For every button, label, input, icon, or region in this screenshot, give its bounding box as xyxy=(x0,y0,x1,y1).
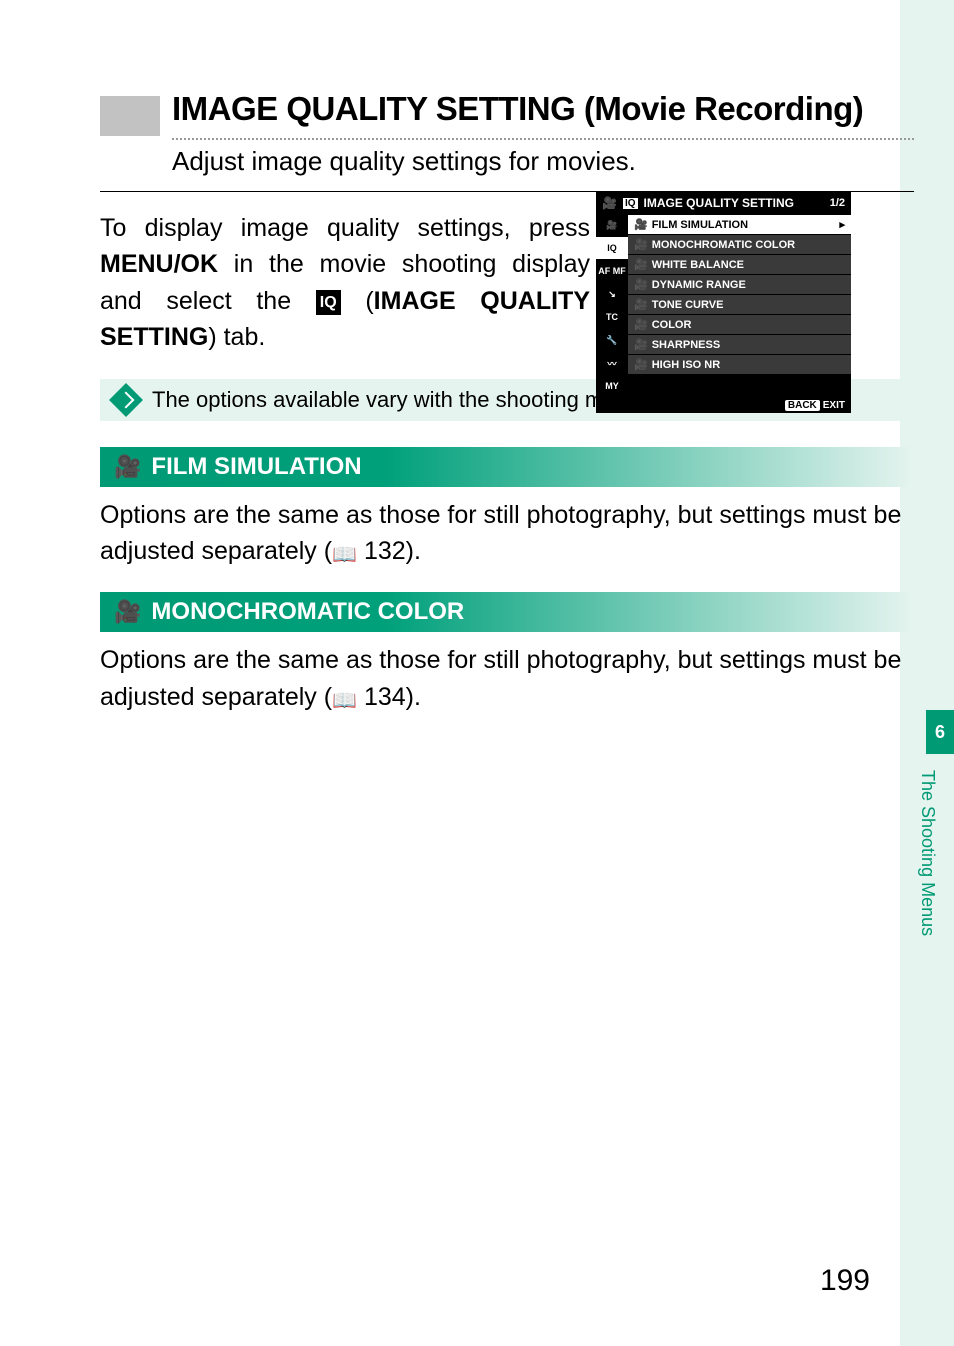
back-badge: BACK xyxy=(785,400,820,411)
page-ref: 132 xyxy=(364,537,406,565)
movie-icon: 🎥 xyxy=(114,454,141,480)
menu-header-title: IMAGE QUALITY SETTING xyxy=(644,196,794,210)
page-ref-icon: 📖 xyxy=(332,544,357,566)
menu-tab: 〰 xyxy=(596,352,628,375)
menu-item: 🎥SHARPNESS xyxy=(628,334,851,354)
page-ref-icon: 📖 xyxy=(332,690,357,712)
menu-item: 🎥DYNAMIC RANGE xyxy=(628,274,851,294)
menu-footer: BACKEXIT xyxy=(596,398,851,413)
movie-icon: 🎥 xyxy=(114,599,141,625)
intro-text: To display image quality settings, press xyxy=(100,214,590,242)
menu-tab: 🎥 xyxy=(596,214,628,237)
heading-underline xyxy=(172,138,914,140)
intro-paragraph: To display image quality settings, press… xyxy=(100,210,590,355)
menu-item-list: 🎥FILM SIMULATION▸ 🎥MONOCHROMATIC COLOR 🎥… xyxy=(628,214,851,398)
menu-tab: 🔧 xyxy=(596,329,628,352)
exit-label: EXIT xyxy=(823,400,845,411)
movie-icon: 🎥 xyxy=(602,196,617,210)
menu-tab-selected: IQ xyxy=(596,237,628,260)
page-subtitle: Adjust image quality settings for movies… xyxy=(172,146,914,177)
heading-color-block xyxy=(100,96,160,136)
section-bar-monochromatic-color: 🎥 MONOCHROMATIC COLOR xyxy=(100,592,914,632)
intro-text: ) tab. xyxy=(208,323,265,351)
intro-text: ( xyxy=(341,287,374,315)
menu-tab: ↘ xyxy=(596,283,628,306)
menu-pager: 1/2 xyxy=(830,197,845,209)
section-title: FILM SIMULATION xyxy=(151,453,361,481)
menu-tab: MY xyxy=(596,375,628,398)
menu-tab: TC xyxy=(596,306,628,329)
menu-item: 🎥WHITE BALANCE xyxy=(628,254,851,274)
menu-item-selected: 🎥FILM SIMULATION▸ xyxy=(628,214,851,234)
menu-item: 🎥HIGH ISO NR xyxy=(628,354,851,374)
iq-header-icon: IQ xyxy=(623,198,638,209)
section-body: Options are the same as those for still … xyxy=(100,642,914,715)
menu-item: 🎥MONOCHROMATIC COLOR xyxy=(628,234,851,254)
page-title: IMAGE QUALITY SETTING (Movie Recording) xyxy=(172,90,914,128)
menu-tab-strip: 🎥 IQ AF MF ↘ TC 🔧 〰 MY xyxy=(596,214,628,398)
section-bar-film-simulation: 🎥 FILM SIMULATION xyxy=(100,447,914,487)
section-title: MONOCHROMATIC COLOR xyxy=(151,598,464,626)
page-ref: 134 xyxy=(364,683,406,711)
section-body: Options are the same as those for still … xyxy=(100,497,914,570)
menu-tab: AF MF xyxy=(596,260,628,283)
camera-menu-screenshot: 🎥 IQ IMAGE QUALITY SETTING 1/2 🎥 IQ AF M… xyxy=(596,192,851,413)
note-diamond-icon xyxy=(109,383,143,417)
menu-ok-key: MENU/OK xyxy=(100,250,218,278)
menu-item: 🎥COLOR xyxy=(628,314,851,334)
iq-badge-icon: IQ xyxy=(316,290,341,315)
menu-item: 🎥TONE CURVE xyxy=(628,294,851,314)
